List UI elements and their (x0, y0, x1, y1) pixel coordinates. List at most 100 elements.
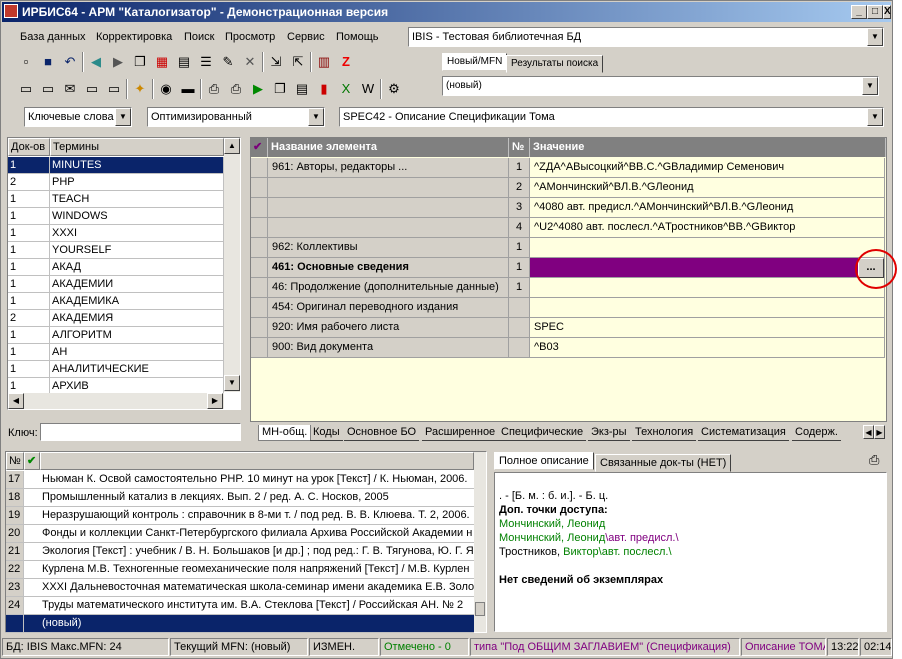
terms-row[interactable]: 1 АН (8, 344, 224, 361)
tools-icon[interactable]: ✦ (130, 79, 150, 99)
grid-row[interactable]: 2 ^AМончинский^BЛ.В.^GЛеонид (251, 178, 886, 198)
database-select[interactable]: IBIS - Тестовая библиотечная БД ▼ (408, 27, 884, 47)
terms-header-count[interactable]: Док-ов (8, 138, 50, 156)
paste-icon[interactable]: ▤ (174, 52, 194, 72)
preview-icon[interactable]: ◉ (156, 79, 176, 99)
printer-icon[interactable]: ⎙ (869, 452, 879, 468)
forward-icon[interactable]: ▶ (108, 52, 128, 72)
tab-4[interactable]: Расширенное (422, 425, 499, 441)
copy-icon[interactable]: ❐ (130, 52, 150, 72)
grid-row[interactable]: 46: Продолжение (дополнительные данные) 1 (251, 278, 886, 298)
comment-icon[interactable]: ▭ (16, 79, 36, 99)
list-item[interactable]: 18 Промышленный катализ в лекциях. Вып. 2… (6, 489, 474, 507)
list-icon[interactable]: ☰ (196, 52, 216, 72)
pages-icon[interactable]: ❐ (270, 79, 290, 99)
z3950-icon[interactable]: Z (336, 52, 356, 72)
tab-8[interactable]: Систематизация (698, 425, 789, 441)
grid-element-value[interactable] (530, 258, 885, 278)
scroll-up-icon[interactable]: ▲ (224, 138, 240, 154)
terms-row[interactable]: 2 АКАДЕМИЯ (8, 310, 224, 327)
grid-row-selector[interactable] (251, 258, 268, 278)
delete-icon[interactable]: ✕ (240, 52, 260, 72)
menu-edit[interactable]: Корректировка (96, 31, 172, 43)
grid-header-number[interactable]: № (509, 138, 530, 157)
tab-scroll-left-icon[interactable]: ◀ (863, 425, 874, 439)
optimize-select[interactable]: Оптимизированный ▼ (147, 107, 325, 127)
terms-row[interactable]: 1 АЛГОРИТМ (8, 327, 224, 344)
mail-icon[interactable]: ✉ (60, 79, 80, 99)
export-icon[interactable]: ⇱ (288, 52, 308, 72)
check-all-icon[interactable]: ✔ (251, 138, 268, 157)
mfn-select[interactable]: (новый) ▼ (442, 76, 879, 96)
settings-icon[interactable]: ⚙ (384, 79, 404, 99)
grid-row-selector[interactable] (251, 198, 268, 218)
tab-1[interactable]: МН-общ. (258, 425, 312, 441)
undo-icon[interactable]: ↶ (60, 52, 80, 72)
grid-element-value[interactable]: ^AМончинский^BЛ.В.^GЛеонид (530, 178, 885, 198)
edit-icon[interactable]: ✎ (218, 52, 238, 72)
grid-row-selector[interactable] (251, 158, 268, 178)
import-icon[interactable]: ⇲ (266, 52, 286, 72)
tab-new-mfn[interactable]: Новый/MFN (442, 53, 508, 71)
tab-3[interactable]: Основное БО (344, 425, 420, 441)
grid-row-selector[interactable] (251, 238, 268, 258)
grid-row[interactable]: 920: Имя рабочего листа SPEC (251, 318, 886, 338)
tab-full-description[interactable]: Полное описание (494, 452, 594, 470)
terms-scrollbar[interactable]: ▲ ▼ (224, 138, 240, 392)
comment-edit-icon[interactable]: ▭ (38, 79, 58, 99)
terms-row[interactable]: 1 АКАДЕМИКА (8, 293, 224, 310)
terms-row[interactable]: 2 PHP (8, 174, 224, 191)
grid-row-selector[interactable] (251, 278, 268, 298)
maximize-button[interactable]: □ (867, 5, 883, 19)
terms-header-term[interactable]: Термины (50, 138, 224, 156)
run-icon[interactable]: ▶ (248, 79, 268, 99)
save-icon[interactable]: ■ (38, 52, 58, 72)
menu-database[interactable]: База данных (20, 31, 86, 43)
terms-row[interactable]: 1 АКАД (8, 259, 224, 276)
tab-2[interactable]: Коды (310, 425, 343, 441)
excel-icon[interactable]: X (336, 79, 356, 99)
grid-row[interactable]: 4 ^U2^4080 авт. послесл.^AТростников^BB.^… (251, 218, 886, 238)
print-icon[interactable]: ⎙ (204, 79, 224, 99)
tab-linked-docs[interactable]: Связанные док-ты (НЕТ) (595, 454, 732, 472)
terms-row[interactable]: 1 WINDOWS (8, 208, 224, 225)
terms-row[interactable]: 1 АКАДЕМИИ (8, 276, 224, 293)
list-item[interactable]: 22 Курлена М.В. Техногенные геомеханическ… (6, 561, 474, 579)
grid-row-selector[interactable] (251, 178, 268, 198)
tab-search-results[interactable]: Результаты поиска (506, 55, 604, 73)
grid-row-selector[interactable] (251, 318, 268, 338)
report-icon[interactable]: ▤ (292, 79, 312, 99)
terms-row[interactable]: 1 АНАЛИТИЧЕСКИЕ (8, 361, 224, 378)
grid-element-value[interactable] (530, 278, 885, 298)
back-icon[interactable]: ◀ (86, 52, 106, 72)
close-button[interactable]: X (883, 5, 891, 19)
grid-icon[interactable]: ▦ (152, 52, 172, 72)
search-mode-select[interactable]: Ключевые слова ▼ (24, 107, 132, 127)
chart-icon[interactable]: ▮ (314, 79, 334, 99)
grid-element-value[interactable]: ^B03 (530, 338, 885, 358)
tab-9[interactable]: Содерж. (792, 425, 841, 441)
key-input[interactable] (40, 423, 241, 441)
grid-row-selector[interactable] (251, 338, 268, 358)
barcode-icon[interactable]: ▥ (314, 52, 334, 72)
new-doc-icon[interactable]: ▫ (16, 52, 36, 72)
list-item[interactable]: 23 XXXI Дальневосточная математическая шк… (6, 579, 474, 597)
message-edit-icon[interactable]: ▭ (104, 79, 124, 99)
grid-element-value[interactable]: ^U2^4080 авт. послесл.^AТростников^BB.^G… (530, 218, 885, 238)
grid-element-value[interactable] (530, 298, 885, 318)
terms-row[interactable]: 1 XXXI (8, 225, 224, 242)
list-item[interactable]: 24 Труды математического института им. В.… (6, 597, 474, 615)
grid-row[interactable]: 961: Авторы, редакторы ... 1 ^ZДА^AВысоцки… (251, 158, 886, 178)
message-icon[interactable]: ▭ (82, 79, 102, 99)
list-item[interactable]: (новый) (6, 615, 474, 633)
results-header-check[interactable]: ✔ (24, 452, 40, 470)
grid-row-selector[interactable] (251, 298, 268, 318)
folder-icon[interactable]: ▬ (178, 79, 198, 99)
menu-service[interactable]: Сервис (287, 31, 325, 43)
grid-element-value[interactable]: ^4080 авт. предисл.^AМончинский^BЛ.В.^GЛ… (530, 198, 885, 218)
tab-7[interactable]: Технология (632, 425, 697, 441)
terms-row[interactable]: 1 MINUTES (8, 157, 224, 174)
tab-scroll-right-icon[interactable]: ▶ (874, 425, 885, 439)
grid-header-name[interactable]: Название элемента (268, 138, 509, 157)
grid-element-value[interactable]: SPEC (530, 318, 885, 338)
